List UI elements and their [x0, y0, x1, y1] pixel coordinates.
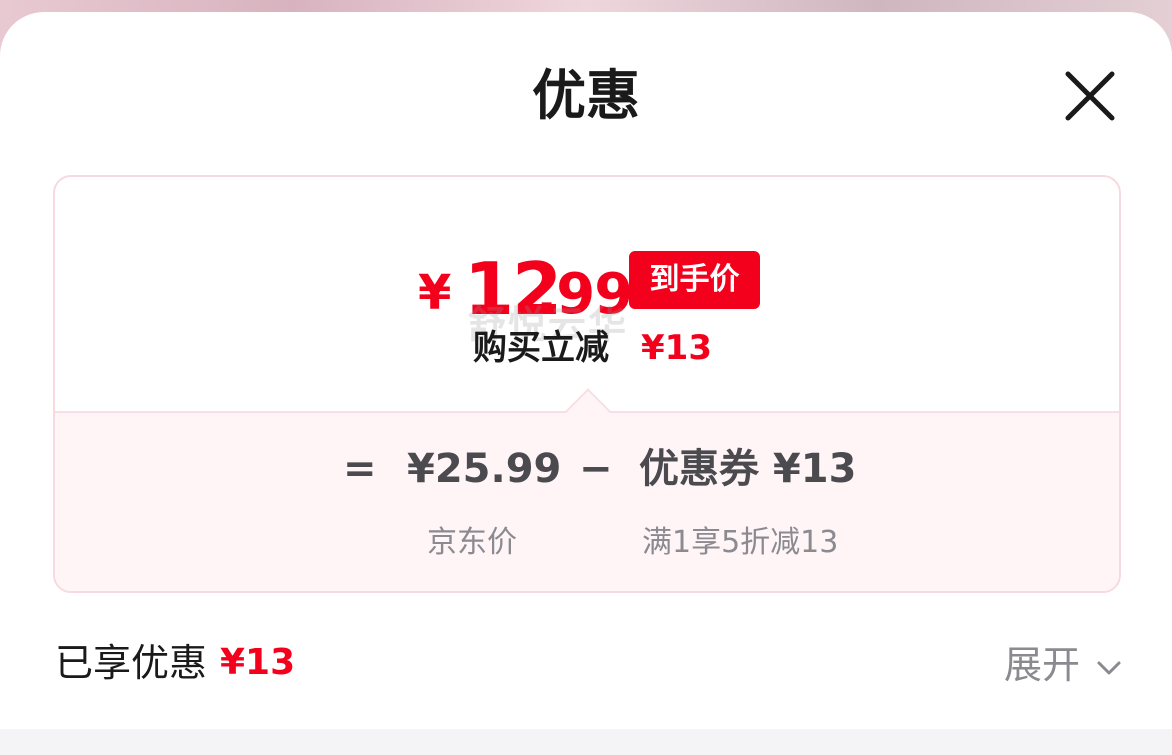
bottom-divider-area — [0, 729, 1172, 755]
final-price-badge: 到手价 — [629, 251, 760, 309]
equals-sign: = — [343, 446, 377, 492]
coupon-amount: 优惠券 ¥13 — [639, 446, 857, 492]
close-icon — [1065, 71, 1115, 121]
expand-label: 展开 — [1004, 643, 1081, 687]
price-breakdown-panel — [55, 411, 1119, 591]
enjoyed-discount-amount: ¥13 — [220, 642, 296, 683]
instant-discount-line: 购买立减 ¥13 — [473, 325, 773, 371]
enjoyed-discount-row: 已享优惠 ¥13 展开 — [0, 624, 1172, 704]
original-price: ¥25.99 — [407, 446, 562, 492]
chevron-down-icon — [1097, 661, 1121, 675]
instant-discount-amount: ¥13 — [641, 328, 712, 368]
yen-symbol: ¥ — [418, 265, 452, 321]
instant-discount-label: 购买立减 — [473, 328, 609, 368]
original-price-label: 京东价 — [427, 525, 517, 560]
enjoyed-discount-label: 已享优惠 — [55, 641, 208, 685]
sheet-title: 优惠 — [532, 64, 640, 127]
coupon-rule: 满1享5折减13 — [642, 525, 839, 560]
discount-sheet: 优惠 ¥ 12 .99 到手价 舒悦云华 购买立减 ¥13 = ¥25.99 −… — [0, 12, 1172, 755]
close-button[interactable] — [1058, 64, 1122, 128]
price-card: ¥ 12 .99 到手价 舒悦云华 购买立减 ¥13 = ¥25.99 − 优惠… — [53, 175, 1121, 593]
minus-sign: − — [579, 446, 613, 492]
expand-button[interactable]: 展开 — [1004, 640, 1124, 690]
